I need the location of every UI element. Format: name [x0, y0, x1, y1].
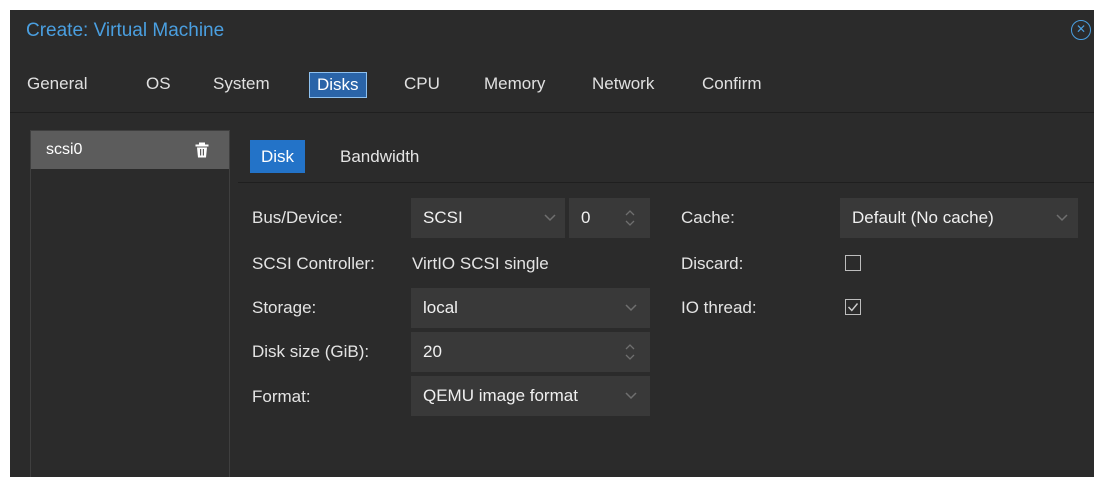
discard-label: Discard:	[681, 254, 744, 273]
cache-value: Default (No cache)	[852, 208, 994, 227]
disk-size-label: Disk size (GiB):	[252, 342, 370, 361]
trash-icon[interactable]	[195, 142, 209, 158]
cache-select[interactable]: Default (No cache)	[840, 198, 1078, 238]
discard-checkbox[interactable]	[845, 255, 861, 271]
disk-size-value: 20	[423, 342, 442, 361]
subtab-divider	[238, 182, 1094, 183]
subtab-bandwidth[interactable]: Bandwidth	[340, 140, 419, 173]
cache-label: Cache:	[681, 208, 735, 227]
tab-network[interactable]: Network	[592, 68, 654, 100]
storage-value: local	[423, 298, 458, 317]
tab-disks[interactable]: Disks	[309, 72, 367, 98]
chevron-down-icon	[1056, 214, 1068, 222]
tab-system[interactable]: System	[213, 68, 270, 100]
storage-label: Storage:	[252, 298, 317, 317]
disk-list: scsi0	[30, 130, 230, 477]
dialog-titlebar: Create: Virtual Machine ✕	[10, 10, 1094, 54]
bus-value: SCSI	[423, 208, 463, 227]
bus-device-label: Bus/Device:	[252, 208, 343, 227]
format-value: QEMU image format	[423, 386, 578, 405]
storage-select[interactable]: local	[411, 288, 650, 328]
chevron-down-icon	[544, 214, 556, 222]
format-label: Format:	[252, 387, 311, 406]
subtab-disk[interactable]: Disk	[250, 140, 306, 173]
spinner-arrows-icon[interactable]	[625, 343, 635, 361]
disk-item-label: scsi0	[46, 141, 83, 158]
scsi-controller-value: VirtIO SCSI single	[412, 254, 549, 273]
tab-os[interactable]: OS	[146, 68, 171, 100]
dialog-title: Create: Virtual Machine	[26, 20, 225, 41]
device-value: 0	[581, 208, 591, 227]
chevron-down-icon	[625, 392, 637, 400]
chevron-down-icon	[625, 304, 637, 312]
scsi-controller-label: SCSI Controller:	[252, 254, 375, 273]
format-select[interactable]: QEMU image format	[411, 376, 650, 416]
tab-confirm[interactable]: Confirm	[702, 68, 762, 100]
tab-general[interactable]: General	[27, 68, 87, 100]
disk-list-item-scsi0[interactable]: scsi0	[31, 131, 229, 169]
tab-memory[interactable]: Memory	[484, 68, 545, 100]
io-thread-label: IO thread:	[681, 298, 757, 317]
spinner-arrows-icon[interactable]	[625, 209, 635, 227]
tab-cpu[interactable]: CPU	[404, 68, 440, 100]
wizard-tabs: General OS System Disks CPU Memory Netwo…	[10, 68, 1094, 104]
device-spinner[interactable]: 0	[569, 198, 650, 238]
create-vm-dialog: Create: Virtual Machine ✕ General OS Sys…	[10, 10, 1094, 477]
bus-select[interactable]: SCSI	[411, 198, 565, 238]
header-divider	[10, 112, 1094, 113]
close-icon[interactable]: ✕	[1071, 20, 1091, 40]
io-thread-checkbox[interactable]	[845, 299, 861, 315]
disk-size-input[interactable]: 20	[411, 332, 650, 372]
checkmark-icon	[847, 303, 859, 312]
